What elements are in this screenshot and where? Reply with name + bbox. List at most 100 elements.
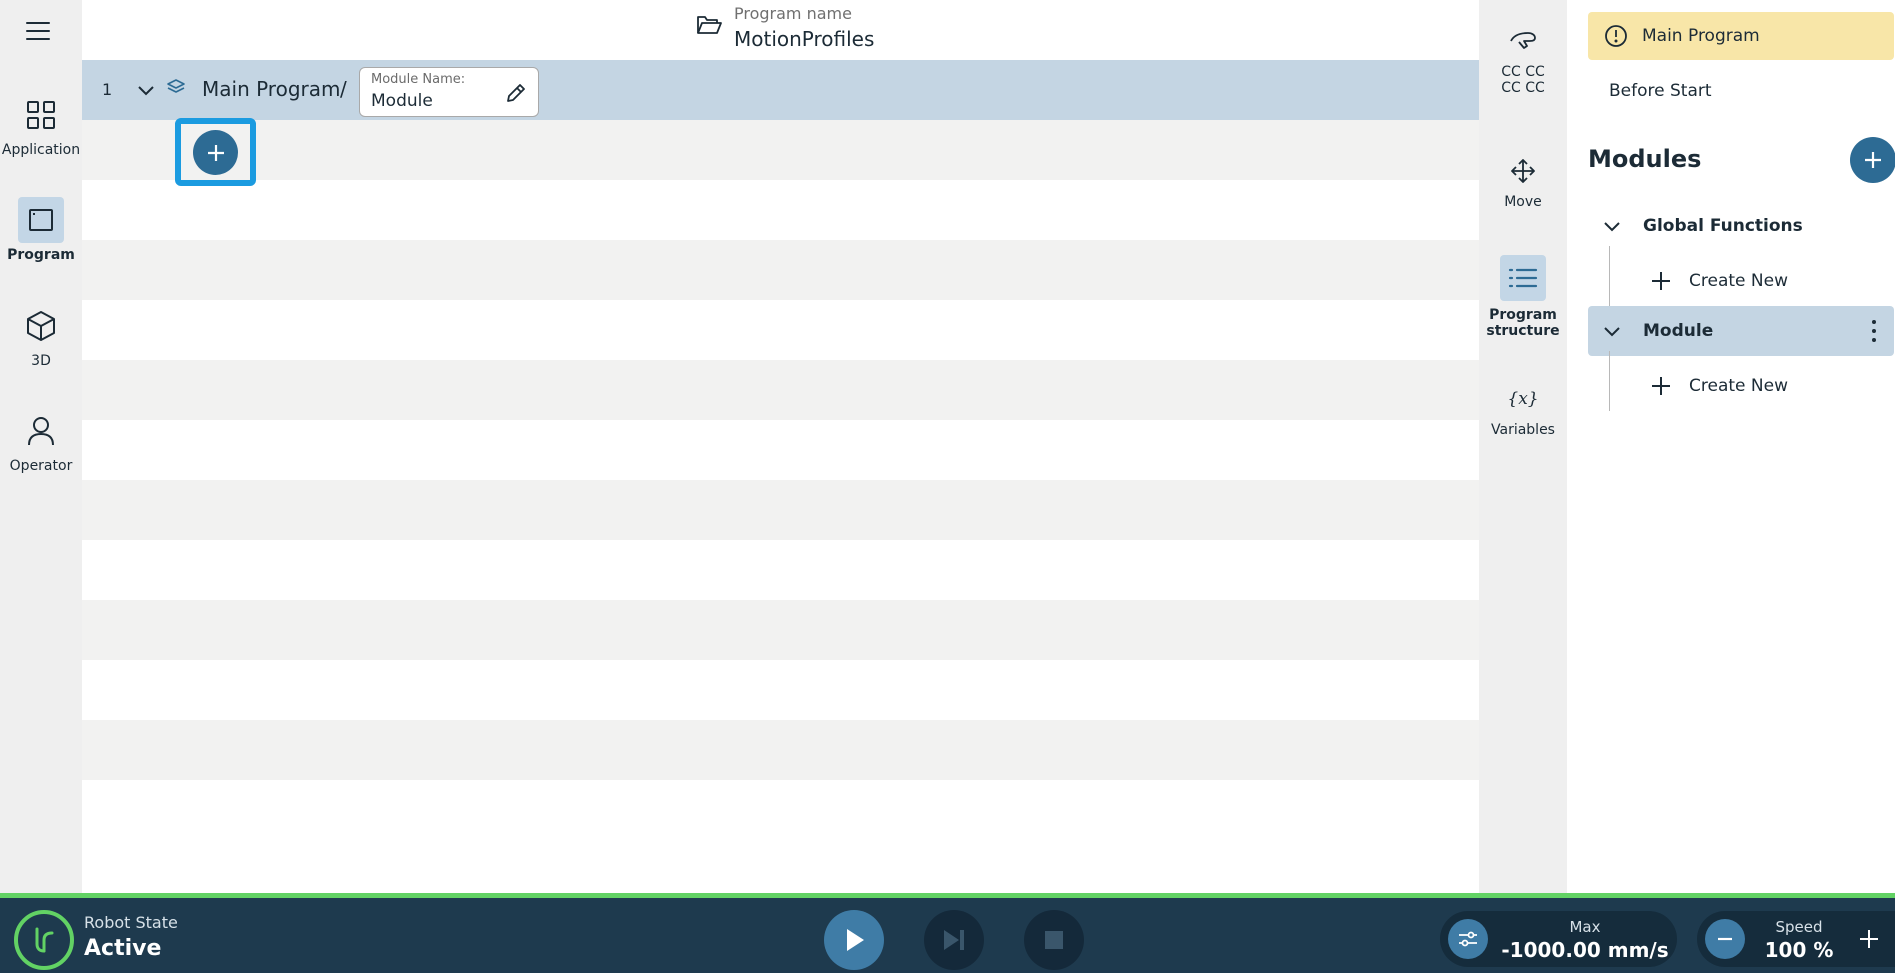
robot-state-label: Robot State xyxy=(84,913,178,932)
more-vertical-icon[interactable] xyxy=(1864,318,1884,344)
tool-move-label: Move xyxy=(1504,194,1542,210)
skip-forward-icon xyxy=(944,930,964,950)
tool-move[interactable]: Move xyxy=(1479,148,1567,210)
nav-operator[interactable]: Operator xyxy=(0,408,82,474)
add-module-button[interactable] xyxy=(1850,137,1895,183)
max-label: Max xyxy=(1569,918,1601,936)
left-navigation: Application Program 3D Operator xyxy=(0,0,82,893)
program-name-label: Program name xyxy=(734,4,852,23)
module-name-label: Module Name: xyxy=(371,72,466,87)
program-row xyxy=(82,420,1479,480)
create-new-label: Create New xyxy=(1689,376,1788,396)
program-row xyxy=(82,600,1479,660)
program-row xyxy=(82,120,1479,180)
move-icon xyxy=(1500,148,1546,194)
speed-decrease-button[interactable] xyxy=(1705,919,1745,959)
cube-icon xyxy=(18,303,64,349)
folder-open-icon[interactable] xyxy=(696,14,722,36)
play-button[interactable] xyxy=(824,910,884,970)
tree-guide-line xyxy=(1609,246,1610,306)
tree-item-global-functions[interactable]: Global Functions xyxy=(1588,201,1894,251)
tree-guide-line xyxy=(1609,351,1610,411)
program-editor: 1 Main Program / Module Name: Module xyxy=(82,60,1540,893)
program-row xyxy=(82,540,1479,600)
program-structure-panel: Main Program Before Start Modules Global… xyxy=(1567,0,1895,893)
tool-variables[interactable]: {x} Variables xyxy=(1479,376,1567,438)
tool-program-structure-label-1: Program xyxy=(1489,307,1557,323)
sliders-icon xyxy=(1459,931,1477,947)
plus-icon xyxy=(1650,375,1672,397)
program-name[interactable]: MotionProfiles xyxy=(734,27,874,51)
max-speed-control: Max -1000.00 mm/s xyxy=(1440,911,1677,967)
plus-icon xyxy=(193,130,238,175)
create-new-module-function[interactable]: Create New xyxy=(1588,351,1894,411)
chevron-down-icon[interactable] xyxy=(1602,321,1622,341)
step-button[interactable] xyxy=(924,910,984,970)
speed-label: Speed xyxy=(1775,918,1823,936)
hand-icon xyxy=(1500,18,1546,64)
tree-item-label: Module xyxy=(1643,321,1714,341)
create-new-label: Create New xyxy=(1689,271,1788,291)
main-program-item[interactable]: Main Program xyxy=(1588,12,1894,60)
chevron-down-icon[interactable] xyxy=(136,80,156,100)
nav-application[interactable]: Application xyxy=(0,92,82,158)
module-name-field[interactable]: Module Name: Module xyxy=(359,67,539,117)
program-row xyxy=(82,240,1479,300)
module-name-value[interactable]: Module xyxy=(371,91,433,111)
max-value: -1000.00 mm/s xyxy=(1501,938,1669,962)
header: Program name MotionProfiles xyxy=(82,0,1479,60)
modules-heading: Modules xyxy=(1588,145,1702,173)
warning-icon xyxy=(1604,24,1628,48)
play-icon xyxy=(847,929,864,951)
tree-item-label: Global Functions xyxy=(1643,216,1803,236)
tool-cc[interactable]: CC CC CC CC xyxy=(1479,18,1567,96)
robot-state-value: Active xyxy=(84,936,162,961)
program-row xyxy=(82,660,1479,720)
pencil-icon[interactable] xyxy=(504,81,528,105)
tree-item-module[interactable]: Module xyxy=(1588,306,1894,356)
bottom-status-bar: Robot State Active Max -1000.00 mm/s Spe… xyxy=(0,893,1895,973)
list-icon xyxy=(1500,255,1546,301)
nav-operator-label: Operator xyxy=(9,458,73,474)
window-icon xyxy=(18,197,64,243)
program-row xyxy=(82,720,1479,780)
person-icon xyxy=(18,408,64,454)
minus-icon xyxy=(1718,937,1732,941)
nav-program[interactable]: Program xyxy=(0,197,82,263)
variables-icon: {x} xyxy=(1500,376,1546,422)
plus-icon xyxy=(1865,152,1881,168)
tool-cc-label-2: CC CC xyxy=(1501,80,1545,96)
tool-program-structure-label-2: structure xyxy=(1486,323,1560,339)
create-new-global-function[interactable]: Create New xyxy=(1588,246,1894,306)
main-program-title: Main Program xyxy=(202,77,341,101)
stop-button[interactable] xyxy=(1024,910,1084,970)
speed-control: Speed 100 % xyxy=(1697,911,1895,967)
tools-column: CC CC CC CC Move Program structure {x} V… xyxy=(1479,0,1567,893)
program-header-row: 1 Main Program / Module Name: Module xyxy=(82,60,1479,120)
line-number: 1 xyxy=(102,80,113,99)
tool-cc-label-1: CC CC xyxy=(1501,64,1545,80)
nav-3d-label: 3D xyxy=(31,353,51,369)
stop-icon xyxy=(1045,931,1063,949)
variables-glyph: {x} xyxy=(1507,389,1539,409)
speed-value: 100 % xyxy=(1764,938,1834,962)
chevron-down-icon[interactable] xyxy=(1602,216,1622,236)
before-start-item[interactable]: Before Start xyxy=(1609,81,1712,101)
plus-icon xyxy=(1860,930,1878,948)
main-program-label: Main Program xyxy=(1642,26,1760,46)
nav-3d[interactable]: 3D xyxy=(0,303,82,369)
ur-logo-icon[interactable] xyxy=(14,910,74,970)
breadcrumb-separator: / xyxy=(340,77,347,101)
hamburger-menu-icon[interactable] xyxy=(22,17,54,45)
program-row xyxy=(82,300,1479,360)
add-node-button[interactable] xyxy=(175,118,256,186)
plus-icon xyxy=(1650,270,1672,292)
program-row xyxy=(82,360,1479,420)
layers-icon xyxy=(166,78,186,98)
program-row xyxy=(82,480,1479,540)
program-row xyxy=(82,180,1479,240)
speed-settings-button[interactable] xyxy=(1448,919,1488,959)
speed-increase-button[interactable] xyxy=(1853,923,1885,955)
tool-program-structure[interactable]: Program structure xyxy=(1479,255,1567,339)
nav-program-label: Program xyxy=(7,247,75,263)
